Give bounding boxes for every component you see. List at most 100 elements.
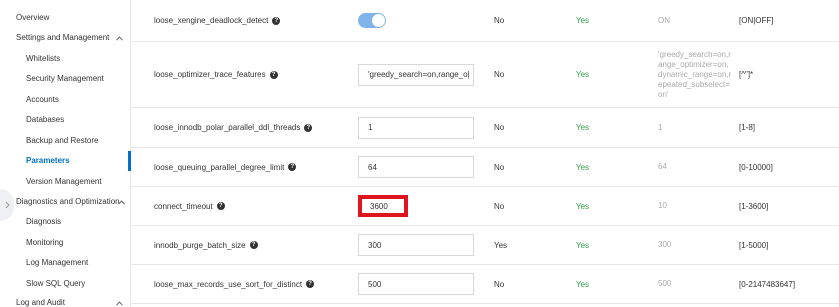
help-icon[interactable]: ? [216,202,225,210]
sidebar-item-label: Whitelists [26,54,61,63]
sidebar-item-label: Log and Audit [16,298,65,307]
default-value: ON [658,15,670,25]
help-icon[interactable]: ? [249,241,258,249]
valid-range: [^"]* [739,70,754,79]
param-name-cell: loose_innodb_polar_parallel_ddl_threads? [154,108,354,147]
param-name-cell: connect_timeout? [154,187,354,225]
sidebar-group-diagnostics-and-optimization[interactable]: Diagnostics and Optimization [0,193,131,211]
table-row: loose_optimizer_trace_features? 'greedy_… [131,42,839,108]
sidebar-item-diagnosis[interactable]: Diagnosis [0,213,131,231]
sidebar-item-label: Diagnosis [26,217,62,226]
sidebar-item-overview[interactable]: Overview [0,9,131,27]
param-value-input[interactable]: 1 [358,116,474,139]
sidebar-item-accounts[interactable]: Accounts [0,91,131,109]
valid-range: [0-2147483647] [739,279,796,289]
sidebar-item-parameters[interactable]: Parameters [0,152,131,170]
param-value-input[interactable]: 'greedy_search=on,range_o| [358,63,474,86]
param-name: loose_queuing_parallel_degree_limit [154,162,285,172]
param-value-input-highlighted[interactable]: 3600 [361,198,405,214]
help-icon[interactable]: ? [269,70,278,79]
param-value-cell: 3600 [358,187,478,225]
table-row: loose_max_records_use_sort_for_distinct?… [131,265,839,304]
sidebar-item-label: Backup and Restore [26,136,99,145]
param-name: loose_optimizer_trace_features [154,70,266,79]
table-row: loose_innodb_polar_parallel_ddl_threads?… [131,108,839,148]
sidebar-group-settings-and-management[interactable]: Settings and Management [0,29,131,47]
force-restart: No [494,279,505,289]
param-name-cell: loose_optimizer_trace_features? [154,42,354,107]
sidebar: Overview Settings and Management Whiteli… [0,0,131,307]
sidebar-group-log-and-audit[interactable]: Log and Audit [0,294,131,307]
sidebar-item-monitoring[interactable]: Monitoring [0,234,131,252]
value-toggle[interactable] [358,13,386,28]
default-value: 300 [658,240,672,249]
param-name-cell: innodb_purge_batch_size? [154,226,354,264]
modifiable: Yes [576,123,590,132]
default-value: 10 [658,201,667,210]
sidebar-item-databases[interactable]: Databases [0,111,131,129]
sidebar-item-label: Parameters [26,156,70,165]
sidebar-item-label: Settings and Management [16,33,110,42]
force-restart: No [494,123,505,132]
force-restart: Yes [494,240,508,250]
toggle-knob [372,14,385,27]
modifiable: Yes [576,162,590,172]
help-icon[interactable]: ? [306,280,315,288]
default-value: 500 [658,279,672,288]
sidebar-item-label: Overview [16,13,50,22]
param-name: loose_innodb_polar_parallel_ddl_threads [154,123,301,132]
sidebar-item-label: Monitoring [26,238,64,247]
modifiable: Yes [576,240,590,250]
help-icon[interactable]: ? [272,16,281,25]
modifiable: Yes [576,70,590,79]
force-restart: No [494,201,505,211]
param-value-input[interactable]: 64 [358,156,474,178]
chevron-up-icon [117,193,125,211]
sidebar-item-label: Databases [26,115,65,124]
param-value-input[interactable]: 500 [358,273,474,295]
chevron-right-icon [5,201,10,209]
valid-range: [1-3600] [739,201,769,211]
force-restart: No [494,162,505,172]
valid-range: [1-5000] [739,240,769,250]
modifiable: Yes [576,201,590,211]
param-value-cell: 300 [358,226,478,264]
param-name: loose_max_records_use_sort_for_distinct [154,279,303,289]
sidebar-item-backup-and-restore[interactable]: Backup and Restore [0,132,131,150]
sidebar-item-security-management[interactable]: Security Management [0,70,131,88]
default-value: 64 [658,162,667,171]
param-value-cell: 1 [358,108,478,147]
sidebar-item-label: Log Management [26,258,89,267]
sidebar-item-version-management[interactable]: Version Management [0,173,131,191]
param-value-cell: 500 [358,265,478,303]
sidebar-item-slow-sql-query[interactable]: Slow SQL Query [0,275,131,293]
parameters-table: loose_xengine_deadlock_detect? No Yes ON… [131,0,839,307]
param-value-cell: 64 [358,148,478,186]
param-value-cell [358,0,478,41]
sidebar-item-label: Slow SQL Query [26,279,86,288]
sidebar-item-label: Accounts [26,95,59,104]
chevron-up-icon [115,29,123,47]
modifiable: Yes [576,16,590,25]
table-row: connect_timeout? 3600 No Yes 10 [1-3600] [131,187,839,226]
param-value-input[interactable]: 300 [358,234,474,256]
sidebar-item-log-management[interactable]: Log Management [0,254,131,272]
param-value-cell: 'greedy_search=on,range_o| [358,42,478,107]
valid-range: [ON|OFF] [739,16,774,25]
param-name: connect_timeout [154,201,213,211]
param-name-cell: loose_queuing_parallel_degree_limit? [154,148,354,186]
param-name: loose_xengine_deadlock_detect [154,16,269,25]
default-value-cell: 'greedy_search=on,range_optimizer=on,dyn… [658,42,748,107]
help-icon[interactable]: ? [304,123,313,132]
help-icon[interactable]: ? [288,163,297,171]
chevron-up-icon [115,294,123,307]
default-value: 1 [658,122,663,132]
sidebar-item-label: Diagnostics and Optimization [16,197,120,206]
table-row: loose_xengine_deadlock_detect? No Yes ON… [131,0,839,42]
default-value: 'greedy_search=on,range_optimizer=on,dyn… [658,49,732,99]
valid-range: [1-8] [739,123,756,132]
table-row: innodb_purge_batch_size? 300 Yes Yes 300… [131,226,839,265]
param-name-cell: loose_max_records_use_sort_for_distinct? [154,265,354,303]
sidebar-item-whitelists[interactable]: Whitelists [0,50,131,68]
table-row: loose_queuing_parallel_degree_limit? 64 … [131,148,839,187]
